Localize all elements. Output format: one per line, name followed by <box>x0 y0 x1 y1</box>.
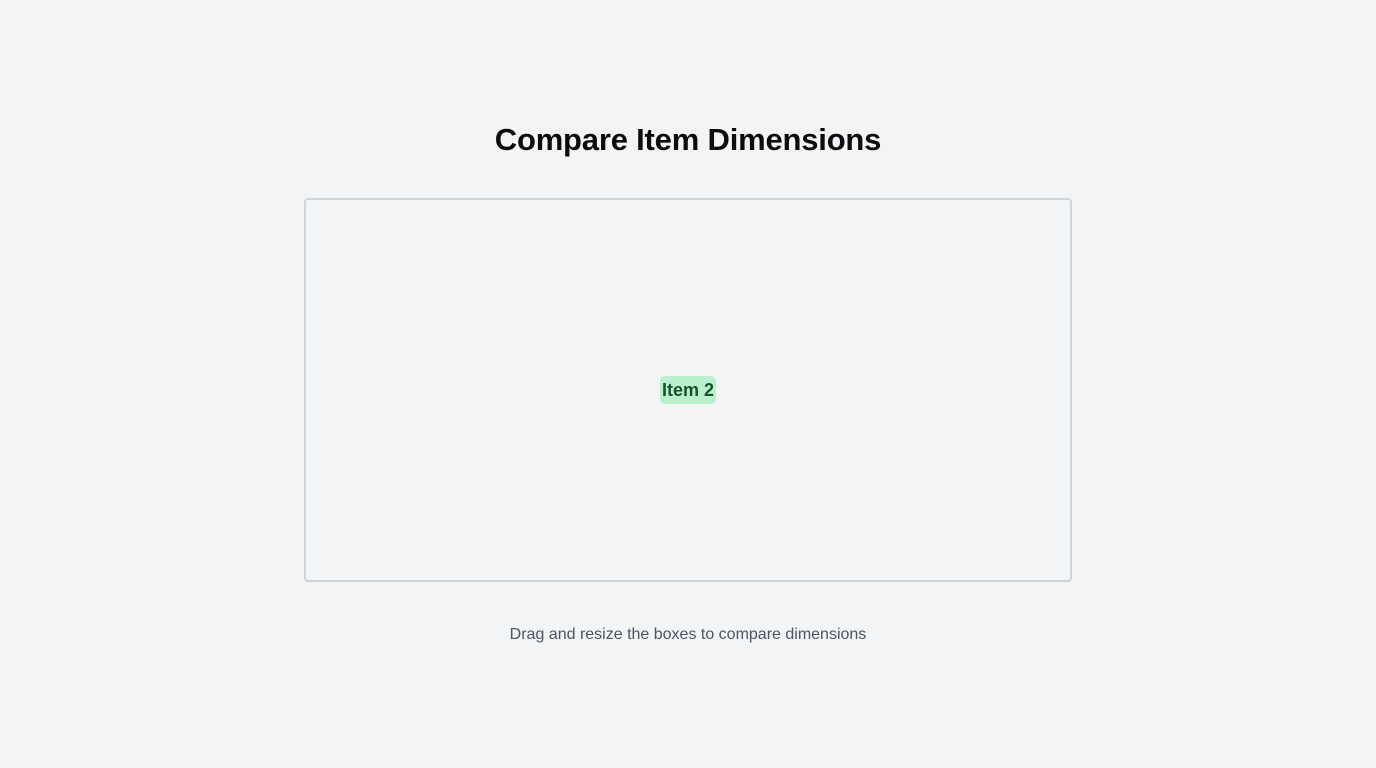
comparison-canvas[interactable]: Item 2 <box>304 198 1072 582</box>
instruction-text: Drag and resize the boxes to compare dim… <box>509 626 867 643</box>
page: Compare Item Dimensions Item 2 Drag and … <box>0 0 1376 768</box>
page-title: Compare Item Dimensions <box>494 122 882 157</box>
draggable-item-box[interactable]: Item 2 <box>660 376 716 404</box>
item-label: Item 2 <box>661 379 715 400</box>
